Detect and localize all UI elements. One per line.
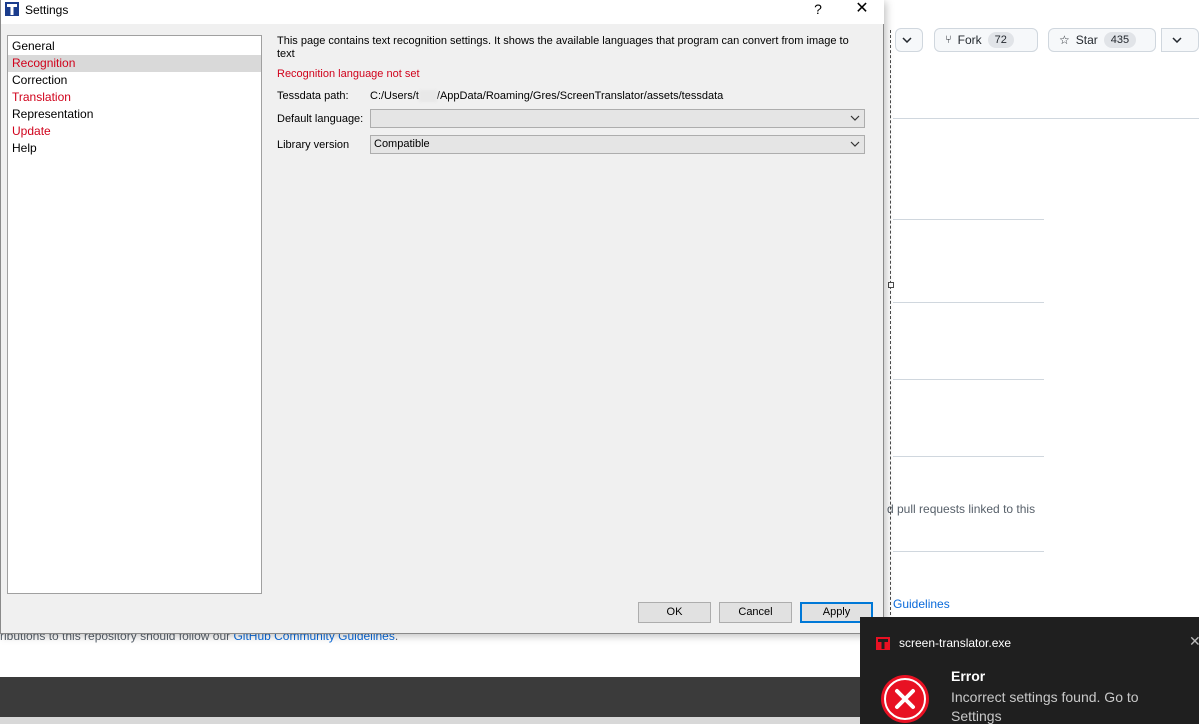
cancel-button[interactable]: Cancel xyxy=(719,602,792,623)
app-icon xyxy=(5,2,19,16)
header-divider xyxy=(893,118,1199,119)
nav-item-representation[interactable]: Representation xyxy=(8,106,261,123)
tessdata-path[interactable]: C:/Users/t/AppData/Roaming/Gres/ScreenTr… xyxy=(370,90,724,103)
fork-count: 72 xyxy=(987,32,1014,48)
library-version-select[interactable]: Compatible xyxy=(370,135,865,154)
nav-item-correction[interactable]: Correction xyxy=(8,72,261,89)
window-title: Settings xyxy=(25,3,69,17)
star-button[interactable]: ☆ Star 435 xyxy=(1048,28,1156,52)
page-description: This page contains text recognition sett… xyxy=(277,35,849,60)
divider xyxy=(893,551,1044,552)
error-toast[interactable]: screen-translator.exe ✕ Error Incorrect … xyxy=(860,617,1199,724)
default-language-select[interactable] xyxy=(370,109,865,128)
divider xyxy=(893,379,1044,380)
divider xyxy=(893,219,1044,220)
chevron-down-icon xyxy=(1172,37,1182,43)
divider xyxy=(893,456,1044,457)
chevron-down-icon xyxy=(850,141,860,147)
recognition-error-message: Recognition language not set xyxy=(277,68,420,80)
close-button[interactable]: ✕ xyxy=(849,0,875,20)
app-icon xyxy=(876,637,890,650)
nav-item-general[interactable]: General xyxy=(8,38,261,55)
default-language-label: Default language: xyxy=(277,113,364,125)
tessdata-path-start: C:/Users/t xyxy=(370,90,419,102)
redacted-username xyxy=(418,90,437,103)
star-dropdown-button[interactable] xyxy=(1161,28,1199,52)
fork-label: Fork xyxy=(957,33,982,47)
library-version-row: Library version Compatible xyxy=(277,135,867,155)
chevron-down-icon xyxy=(902,37,912,43)
toast-title: Error xyxy=(951,668,986,684)
nav-item-recognition[interactable]: Recognition xyxy=(8,55,261,72)
tessdata-row: Tessdata path: C:/Users/t/AppData/Roamin… xyxy=(277,90,867,106)
error-icon xyxy=(881,675,929,723)
default-language-row: Default language: xyxy=(277,109,867,129)
nav-item-update[interactable]: Update xyxy=(8,123,261,140)
library-version-value: Compatible xyxy=(374,138,430,150)
toast-message: Incorrect settings found. Go to Settings xyxy=(951,689,1139,724)
watch-dropdown-button[interactable] xyxy=(895,28,923,52)
toast-app-name: screen-translator.exe xyxy=(899,636,1012,650)
guidelines-link[interactable]: Guidelines xyxy=(893,597,950,611)
fork-button[interactable]: ⑂ Fork 72 xyxy=(934,28,1038,52)
help-button[interactable]: ? xyxy=(807,0,829,20)
linked-pr-text: d pull requests linked to this xyxy=(887,502,1036,516)
resize-handle[interactable] xyxy=(888,282,894,288)
recognition-page: This page contains text recognition sett… xyxy=(277,35,867,154)
star-icon: ☆ xyxy=(1059,33,1070,47)
fork-icon: ⑂ xyxy=(945,34,952,46)
ok-button[interactable]: OK xyxy=(638,602,711,623)
settings-nav-list: General Recognition Correction Translati… xyxy=(7,35,262,594)
chevron-down-icon xyxy=(850,115,860,121)
settings-dialog: Settings ? ✕ General Recognition Correct… xyxy=(0,0,884,634)
nav-item-help[interactable]: Help xyxy=(8,140,261,157)
title-bar: Settings ? ✕ xyxy=(1,0,884,24)
selection-outline xyxy=(890,30,891,620)
divider xyxy=(893,302,1044,303)
nav-item-translation[interactable]: Translation xyxy=(8,89,261,106)
repo-toolbar: ⑂ Fork 72 ☆ Star 435 xyxy=(885,28,1199,54)
tessdata-label: Tessdata path: xyxy=(277,90,349,102)
star-label: Star xyxy=(1075,33,1098,47)
tessdata-path-end: /AppData/Roaming/Gres/ScreenTranslator/a… xyxy=(436,90,724,102)
star-count: 435 xyxy=(1103,32,1137,48)
library-version-label: Library version xyxy=(277,139,350,151)
toast-close-button[interactable]: ✕ xyxy=(1189,633,1199,650)
